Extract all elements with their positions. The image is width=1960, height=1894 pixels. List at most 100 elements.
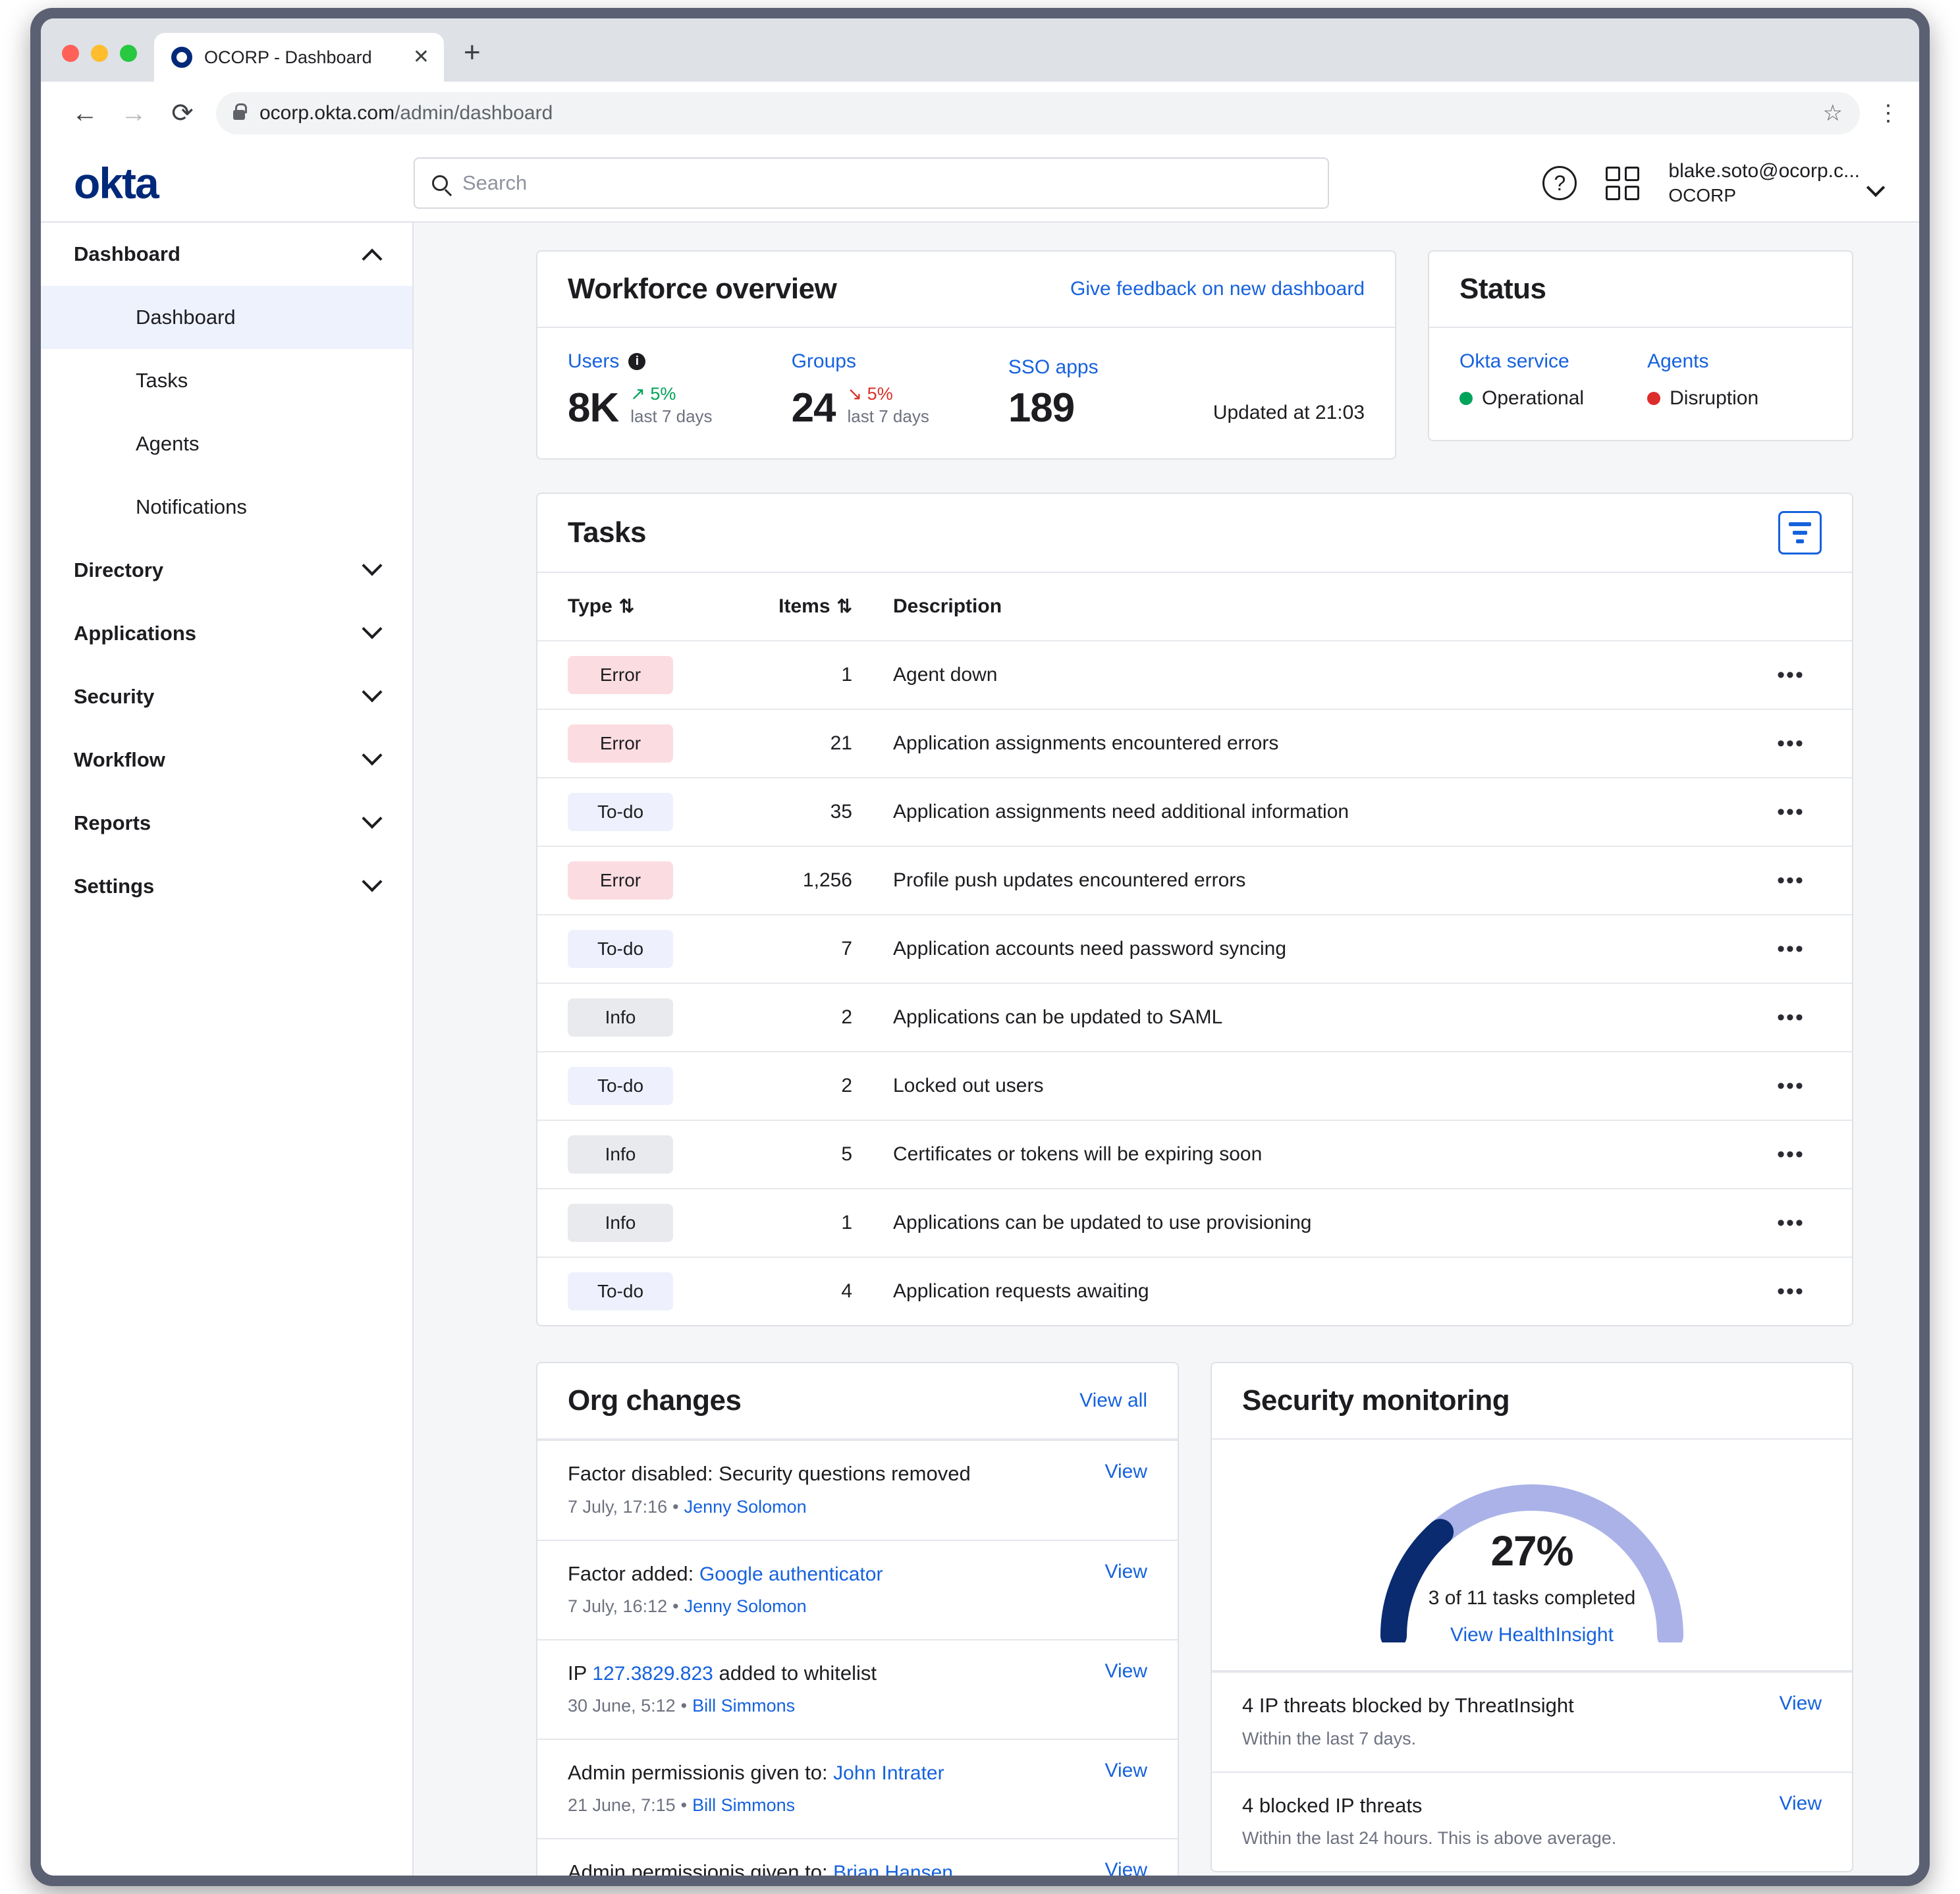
actor-link[interactable]: Jenny Solomon bbox=[684, 1497, 807, 1517]
table-row[interactable]: To-do 4 Application requests awaiting ••• bbox=[537, 1257, 1852, 1326]
row-menu-icon[interactable]: ••• bbox=[1760, 1188, 1852, 1258]
table-row[interactable]: To-do 35 Application assignments need addi… bbox=[537, 777, 1852, 847]
bookmark-star-icon[interactable]: ☆ bbox=[1823, 100, 1843, 126]
row-menu-icon[interactable]: ••• bbox=[1760, 1120, 1852, 1189]
metric-label: SSO apps bbox=[1008, 356, 1099, 379]
workforce-overview-card: Workforce overview Give feedback on new … bbox=[536, 250, 1396, 460]
row-menu-icon[interactable]: ••• bbox=[1760, 640, 1852, 710]
entity-link[interactable]: Google authenticator bbox=[699, 1563, 883, 1585]
sidebar-item-notifications[interactable]: Notifications bbox=[41, 475, 412, 539]
row-menu-icon[interactable]: ••• bbox=[1760, 1051, 1852, 1121]
view-all-link[interactable]: View all bbox=[1079, 1390, 1147, 1412]
give-feedback-link[interactable]: Give feedback on new dashboard bbox=[1070, 278, 1365, 300]
column-header-type[interactable]: Type ⇅ bbox=[537, 573, 735, 641]
view-link[interactable]: View bbox=[1780, 1793, 1822, 1815]
search-input[interactable]: Search bbox=[414, 157, 1329, 209]
table-row[interactable]: Error 1,256 Profile push updates encounter… bbox=[537, 846, 1852, 915]
sidebar-group-security[interactable]: Security bbox=[41, 665, 412, 728]
address-bar[interactable]: ocorp.okta.com/admin/dashboard ☆ bbox=[216, 92, 1860, 134]
status-item-label[interactable]: Okta service bbox=[1459, 350, 1584, 373]
column-header-items[interactable]: Items ⇅ bbox=[735, 573, 893, 641]
user-email: blake.soto@ocorp.c... bbox=[1668, 159, 1860, 182]
sidebar-item-agents[interactable]: Agents bbox=[41, 412, 412, 475]
metric-groups: Groups 24 ↘ 5% last 7 days bbox=[792, 350, 929, 429]
reload-button[interactable]: ⟳ bbox=[158, 100, 207, 126]
status-dot-icon bbox=[1459, 392, 1473, 405]
view-link[interactable]: View bbox=[1780, 1692, 1822, 1715]
view-link[interactable]: View bbox=[1105, 1561, 1147, 1583]
view-link[interactable]: View bbox=[1105, 1760, 1147, 1782]
sidebar-group-label: Workflow bbox=[74, 748, 165, 771]
browser-window-frame: OCORP - Dashboard ✕ + ← → ⟳ ocorp.okta.c… bbox=[30, 8, 1930, 1886]
minimize-window-button[interactable] bbox=[91, 45, 108, 62]
close-tab-icon[interactable]: ✕ bbox=[413, 47, 429, 67]
entity-link[interactable]: John Intrater bbox=[833, 1762, 944, 1784]
cell-type: To-do bbox=[537, 777, 735, 847]
table-row[interactable]: Error 1 Agent down ••• bbox=[537, 640, 1852, 710]
chevron-down-icon bbox=[1866, 178, 1886, 198]
metric-label: Groups bbox=[791, 350, 856, 372]
row-menu-icon[interactable]: ••• bbox=[1760, 914, 1852, 984]
tasks-card: Tasks Type ⇅ Items ⇅ Description Error 1… bbox=[536, 493, 1853, 1327]
table-row[interactable]: Error 21 Application assignments encounter… bbox=[537, 709, 1852, 778]
app-switcher-icon[interactable] bbox=[1606, 166, 1640, 200]
back-button[interactable]: ← bbox=[61, 100, 109, 126]
sidebar-item-label: Dashboard bbox=[136, 306, 236, 329]
chevron-down-icon bbox=[362, 871, 383, 892]
sidebar-item-tasks[interactable]: Tasks bbox=[41, 349, 412, 412]
info-icon[interactable]: i bbox=[628, 353, 646, 370]
list-item-title: Admin permissionis given to: Brian Hanse… bbox=[568, 1859, 953, 1876]
actor-link[interactable]: Bill Simmons bbox=[692, 1795, 795, 1815]
view-healthinsight-link[interactable]: View HealthInsight bbox=[1374, 1624, 1690, 1646]
filter-icon[interactable] bbox=[1778, 511, 1822, 555]
row-menu-icon[interactable]: ••• bbox=[1760, 709, 1852, 778]
status-badge: To-do bbox=[568, 930, 673, 969]
table-row[interactable]: Info 5 Certificates or tokens will be expi… bbox=[537, 1120, 1852, 1189]
okta-logo[interactable]: okta bbox=[41, 161, 414, 205]
table-row[interactable]: Info 2 Applications can be updated to SAML… bbox=[537, 983, 1852, 1052]
close-window-button[interactable] bbox=[62, 45, 79, 62]
cell-description: Application requests awaiting bbox=[893, 1257, 1760, 1326]
sidebar-item-dashboard[interactable]: Dashboard bbox=[41, 286, 412, 349]
metric-delta-period: last 7 days bbox=[630, 406, 713, 426]
sidebar-group-settings[interactable]: Settings bbox=[41, 855, 412, 918]
actor-link[interactable]: Jenny Solomon bbox=[684, 1596, 807, 1616]
view-link[interactable]: View bbox=[1105, 1660, 1147, 1683]
maximize-window-button[interactable] bbox=[120, 45, 137, 62]
help-icon[interactable]: ? bbox=[1542, 166, 1577, 200]
sidebar-group-dashboard[interactable]: Dashboard bbox=[41, 223, 412, 286]
browser-tab[interactable]: OCORP - Dashboard ✕ bbox=[154, 33, 444, 82]
table-row[interactable]: Info 1 Applications can be updated to use … bbox=[537, 1188, 1852, 1258]
metric-sso-label-row[interactable]: SSO apps bbox=[1008, 356, 1099, 379]
sidebar-group-applications[interactable]: Applications bbox=[41, 602, 412, 665]
sidebar-group-workflow[interactable]: Workflow bbox=[41, 728, 412, 792]
actor-link[interactable]: Bill Simmons bbox=[692, 1696, 795, 1716]
list-item-meta: 7 July, 17:16 • Jenny Solomon bbox=[568, 1496, 807, 1517]
user-menu[interactable]: blake.soto@ocorp.c... OCORP bbox=[1668, 159, 1886, 207]
row-menu-icon[interactable]: ••• bbox=[1760, 846, 1852, 915]
sidebar-group-reports[interactable]: Reports bbox=[41, 792, 412, 855]
metric-groups-label-row[interactable]: Groups bbox=[792, 350, 929, 373]
table-row[interactable]: To-do 7 Application accounts need password… bbox=[537, 914, 1852, 984]
cell-description: Certificates or tokens will be expiring … bbox=[893, 1120, 1760, 1189]
row-menu-icon[interactable]: ••• bbox=[1760, 1257, 1852, 1326]
org-changes-list: Factor disabled: Security questions remo… bbox=[537, 1440, 1178, 1876]
cell-items: 5 bbox=[735, 1120, 893, 1189]
status-badge: Disruption bbox=[1647, 387, 1758, 410]
table-row[interactable]: To-do 2 Locked out users ••• bbox=[537, 1051, 1852, 1121]
view-link[interactable]: View bbox=[1105, 1859, 1147, 1876]
row-menu-icon[interactable]: ••• bbox=[1760, 777, 1852, 847]
sidebar-group-directory[interactable]: Directory bbox=[41, 539, 412, 602]
entity-link[interactable]: Brian Hansen bbox=[833, 1862, 953, 1876]
status-item-label[interactable]: Agents bbox=[1647, 350, 1758, 373]
metric-label: Users bbox=[568, 350, 620, 372]
browser-menu-icon[interactable]: ⋮ bbox=[1860, 101, 1899, 124]
view-link[interactable]: View bbox=[1105, 1461, 1147, 1483]
forward-button[interactable]: → bbox=[109, 100, 158, 126]
entity-link[interactable]: 127.3829.823 bbox=[592, 1663, 713, 1685]
row-menu-icon[interactable]: ••• bbox=[1760, 983, 1852, 1052]
cell-description: Profile push updates encountered errors bbox=[893, 846, 1760, 915]
metric-users-label-row[interactable]: Users i bbox=[568, 350, 713, 373]
cell-items: 4 bbox=[735, 1257, 893, 1326]
new-tab-button[interactable]: + bbox=[444, 38, 501, 82]
